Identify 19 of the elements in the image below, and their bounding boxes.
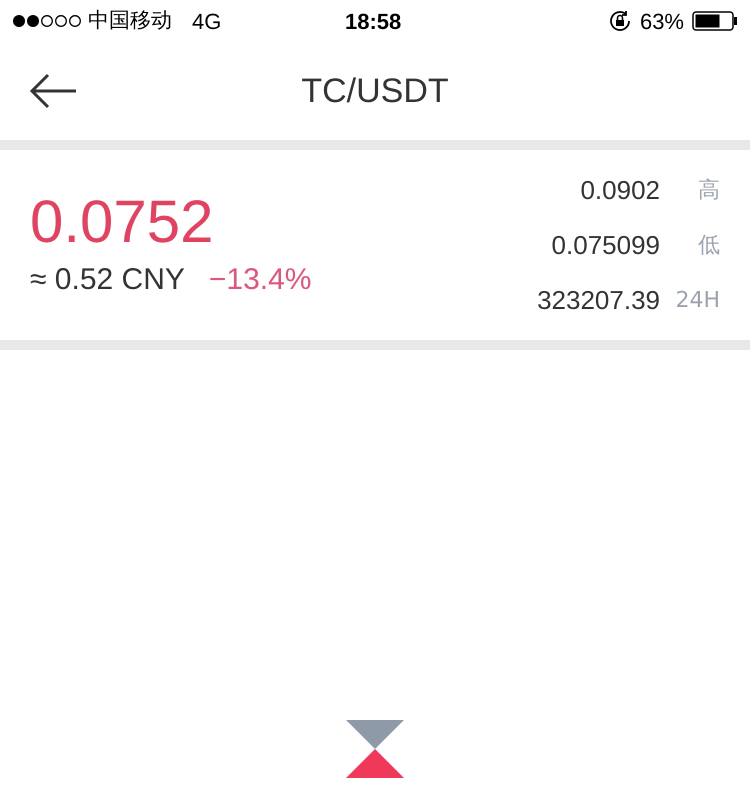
last-price: 0.0752	[30, 188, 215, 254]
price-change: −13.4%	[208, 262, 312, 298]
cny-price: ≈ 0.52 CNY	[30, 262, 185, 298]
clock: 18:58	[345, 8, 402, 36]
stat-label: 高	[698, 178, 720, 202]
carrier-name: 中国移动	[88, 7, 172, 34]
rotation-lock-icon	[608, 9, 632, 33]
stat-value: 0.075099	[552, 228, 660, 262]
signal-icon	[12, 14, 82, 28]
battery-percent: 63%	[640, 8, 684, 36]
network-type: 4G	[192, 8, 222, 36]
loading-icon	[346, 720, 404, 778]
back-arrow-icon	[28, 73, 78, 109]
stat-label: 低	[698, 232, 720, 258]
stat-value: 323207.39	[537, 284, 660, 316]
battery-icon	[692, 11, 738, 31]
page-title: TC/USDT	[301, 70, 449, 112]
stat-label: 24H	[675, 288, 720, 312]
stat-value: 0.0902	[580, 174, 660, 206]
